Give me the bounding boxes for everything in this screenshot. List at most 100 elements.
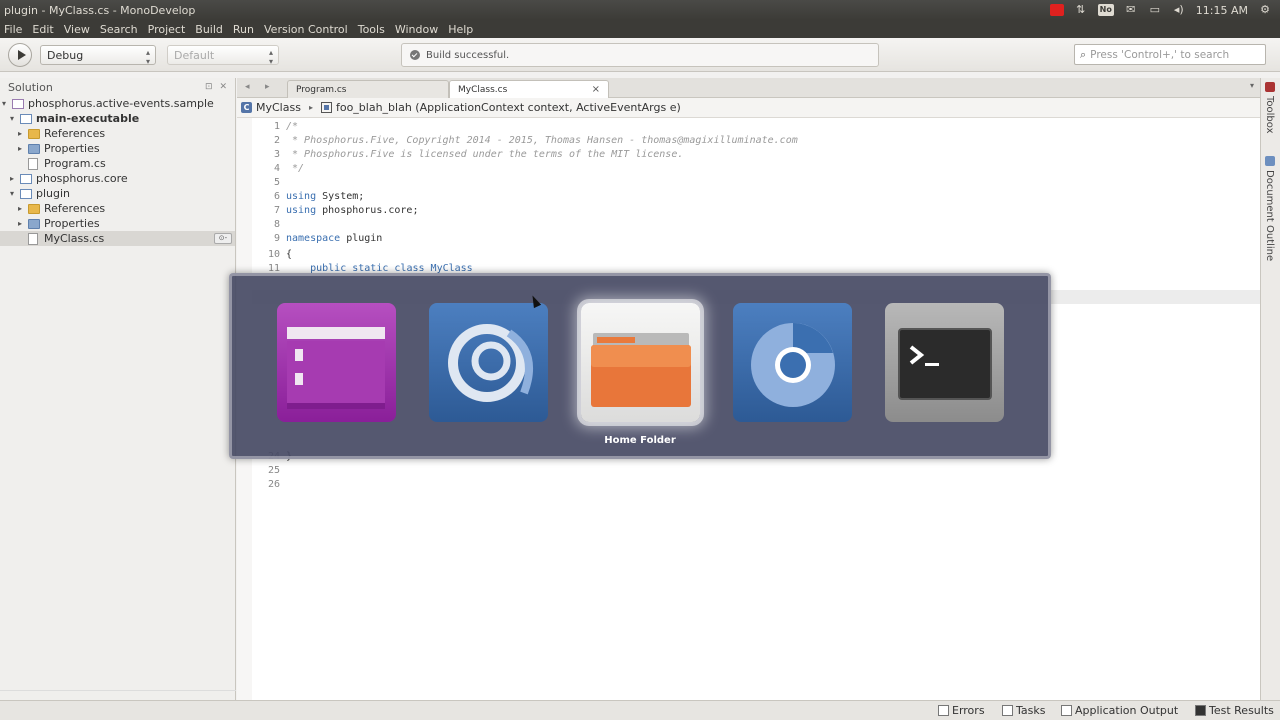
menu-help[interactable]: Help xyxy=(448,23,473,36)
folder-icon xyxy=(28,129,40,139)
keyboard-icon[interactable]: No xyxy=(1097,4,1114,16)
code-line[interactable]: 5 xyxy=(252,176,286,190)
breadcrumb-method[interactable]: foo_blah_blah (ApplicationContext contex… xyxy=(336,101,681,114)
code-line[interactable]: 7 using phosphorus.core; xyxy=(252,204,419,218)
code-text: * Phosphorus.Five, Copyright 2014 - 2015… xyxy=(286,135,798,146)
menu-version-control[interactable]: Version Control xyxy=(264,23,348,36)
tree-item[interactable]: ▾ phosphorus.active-events.sample xyxy=(0,96,235,111)
tree-item[interactable]: ▸ phosphorus.core xyxy=(0,171,235,186)
tree-item[interactable]: Program.cs xyxy=(0,156,235,171)
tasks-pad-button[interactable]: Tasks xyxy=(1002,704,1045,717)
test-results-pad-button[interactable]: Test Results xyxy=(1195,704,1274,717)
title-bar: plugin - MyClass.cs - MonoDevelop ⇅ No ✉… xyxy=(0,0,1280,20)
line-number: 25 xyxy=(267,465,280,476)
errors-pad-button[interactable]: Errors xyxy=(938,704,985,717)
item-options-icon[interactable]: ⊙- xyxy=(214,233,232,244)
tree-item-label: phosphorus.core xyxy=(36,172,128,185)
search-input[interactable]: ⌕ Press 'Control+,' to search xyxy=(1074,44,1266,65)
code-line[interactable]: 9 namespace plugin xyxy=(252,232,382,246)
code-line[interactable]: 6 using System; xyxy=(252,190,364,204)
menu-window[interactable]: Window xyxy=(395,23,438,36)
volume-icon[interactable]: ◂) xyxy=(1172,4,1186,16)
chevron-right-icon[interactable]: ▸ xyxy=(18,201,22,216)
code-text: { xyxy=(286,249,293,260)
chevron-right-icon[interactable]: ▸ xyxy=(18,126,22,141)
check-icon xyxy=(410,50,420,60)
line-number: 26 xyxy=(267,479,280,490)
tab-prev-icon[interactable]: ◂ xyxy=(245,82,250,92)
tree-item[interactable]: ▾ main-executable xyxy=(0,111,235,126)
code-line[interactable]: 1 /* xyxy=(252,120,298,134)
network-icon[interactable]: ⇅ xyxy=(1074,4,1088,16)
chevron-right-icon[interactable]: ▸ xyxy=(18,141,22,156)
record-icon[interactable] xyxy=(1049,4,1064,16)
tree-item[interactable]: ▸ Properties xyxy=(0,216,235,231)
run-button[interactable] xyxy=(8,43,32,67)
chevron-down-icon[interactable]: ▾ xyxy=(10,186,14,201)
switcher-app-files[interactable] xyxy=(277,303,396,422)
tree-item[interactable]: MyClass.cs ⊙- xyxy=(0,231,235,246)
menu-view[interactable]: View xyxy=(64,23,90,36)
tree-item[interactable]: ▾ plugin xyxy=(0,186,235,201)
code-line[interactable]: 25 xyxy=(252,464,286,478)
solution-pane: Solution ⊡ ✕ ▾ phosphorus.active-events.s… xyxy=(0,78,236,700)
folder-icon xyxy=(28,204,40,214)
menu-run[interactable]: Run xyxy=(233,23,254,36)
tab-next-icon[interactable]: ▸ xyxy=(265,82,270,92)
tree-item-label: plugin xyxy=(36,187,71,200)
chevron-right-icon[interactable]: ▸ xyxy=(10,171,14,186)
file-icon xyxy=(28,233,38,245)
tree-item-label: Properties xyxy=(44,217,100,230)
config-select[interactable]: Debug ▴ ▾ xyxy=(40,45,156,66)
code-text: */ xyxy=(286,163,305,174)
method-icon xyxy=(320,102,332,113)
code-line[interactable]: 2 * Phosphorus.Five, Copyright 2014 - 20… xyxy=(252,134,798,148)
code-text: * Phosphorus.Five is licensed under the … xyxy=(286,149,684,160)
menu-file[interactable]: File xyxy=(4,23,22,36)
code-line[interactable]: 4 */ xyxy=(252,162,304,176)
platform-select[interactable]: Default ▴ ▾ xyxy=(167,45,279,66)
application-output-pad-button[interactable]: Application Output xyxy=(1061,704,1178,717)
close-icon[interactable]: × xyxy=(592,84,600,95)
solution-tree: ▾ phosphorus.active-events.sample ▾ main-ex… xyxy=(0,96,235,246)
mail-icon[interactable]: ✉ xyxy=(1124,4,1138,16)
switcher-app-chromium[interactable] xyxy=(733,303,852,422)
chevron-down-icon[interactable]: ▾ xyxy=(10,111,14,126)
editor-tabs: ◂ ▸ Program.cs MyClass.cs × ▾ xyxy=(237,78,1260,98)
code-line[interactable]: 10 { xyxy=(252,248,292,262)
menu-tools[interactable]: Tools xyxy=(358,23,385,36)
switcher-app-ide[interactable] xyxy=(429,303,548,422)
tabs-dropdown-icon[interactable]: ▾ xyxy=(1250,81,1254,90)
line-number: 5 xyxy=(273,177,280,188)
pane-options-icon[interactable]: ⊡ ✕ xyxy=(205,82,229,92)
switcher-app-home-folder[interactable] xyxy=(581,303,700,422)
errors-icon xyxy=(938,705,949,716)
chevron-down-icon[interactable]: ▾ xyxy=(2,96,6,111)
tree-item[interactable]: ▸ References xyxy=(0,126,235,141)
tree-item[interactable]: ▸ References xyxy=(0,201,235,216)
battery-icon[interactable]: ▭ xyxy=(1148,4,1162,16)
menu-project[interactable]: Project xyxy=(148,23,186,36)
power-gear-icon[interactable]: ⚙ xyxy=(1258,4,1272,16)
menu-build[interactable]: Build xyxy=(195,23,223,36)
tab-myclass-cs[interactable]: MyClass.cs × xyxy=(449,80,609,98)
code-line[interactable]: 26 xyxy=(252,478,286,492)
toolbox-pad[interactable]: Toolbox xyxy=(1264,82,1275,134)
menu-bar: File Edit View Search Project Build Run … xyxy=(0,20,1280,38)
menu-search[interactable]: Search xyxy=(100,23,138,36)
tab-program-cs[interactable]: Program.cs xyxy=(287,80,449,98)
code-line[interactable]: 8 xyxy=(252,218,286,232)
switcher-app-terminal[interactable] xyxy=(885,303,1004,422)
document-outline-pad[interactable]: Document Outline xyxy=(1264,156,1275,261)
toolbox-label: Toolbox xyxy=(1264,96,1275,134)
tree-item-label: MyClass.cs xyxy=(44,232,105,245)
solution-scrollbar[interactable] xyxy=(0,690,236,700)
breadcrumb-class[interactable]: MyClass xyxy=(256,101,301,114)
chevron-right-icon[interactable]: ▸ xyxy=(18,216,22,231)
code-line[interactable]: 3 * Phosphorus.Five is licensed under th… xyxy=(252,148,683,162)
menu-edit[interactable]: Edit xyxy=(32,23,53,36)
outline-icon xyxy=(1264,156,1275,166)
clock[interactable]: 11:15 AM xyxy=(1196,4,1248,17)
tree-item[interactable]: ▸ Properties xyxy=(0,141,235,156)
tree-item-label: Program.cs xyxy=(44,157,106,170)
